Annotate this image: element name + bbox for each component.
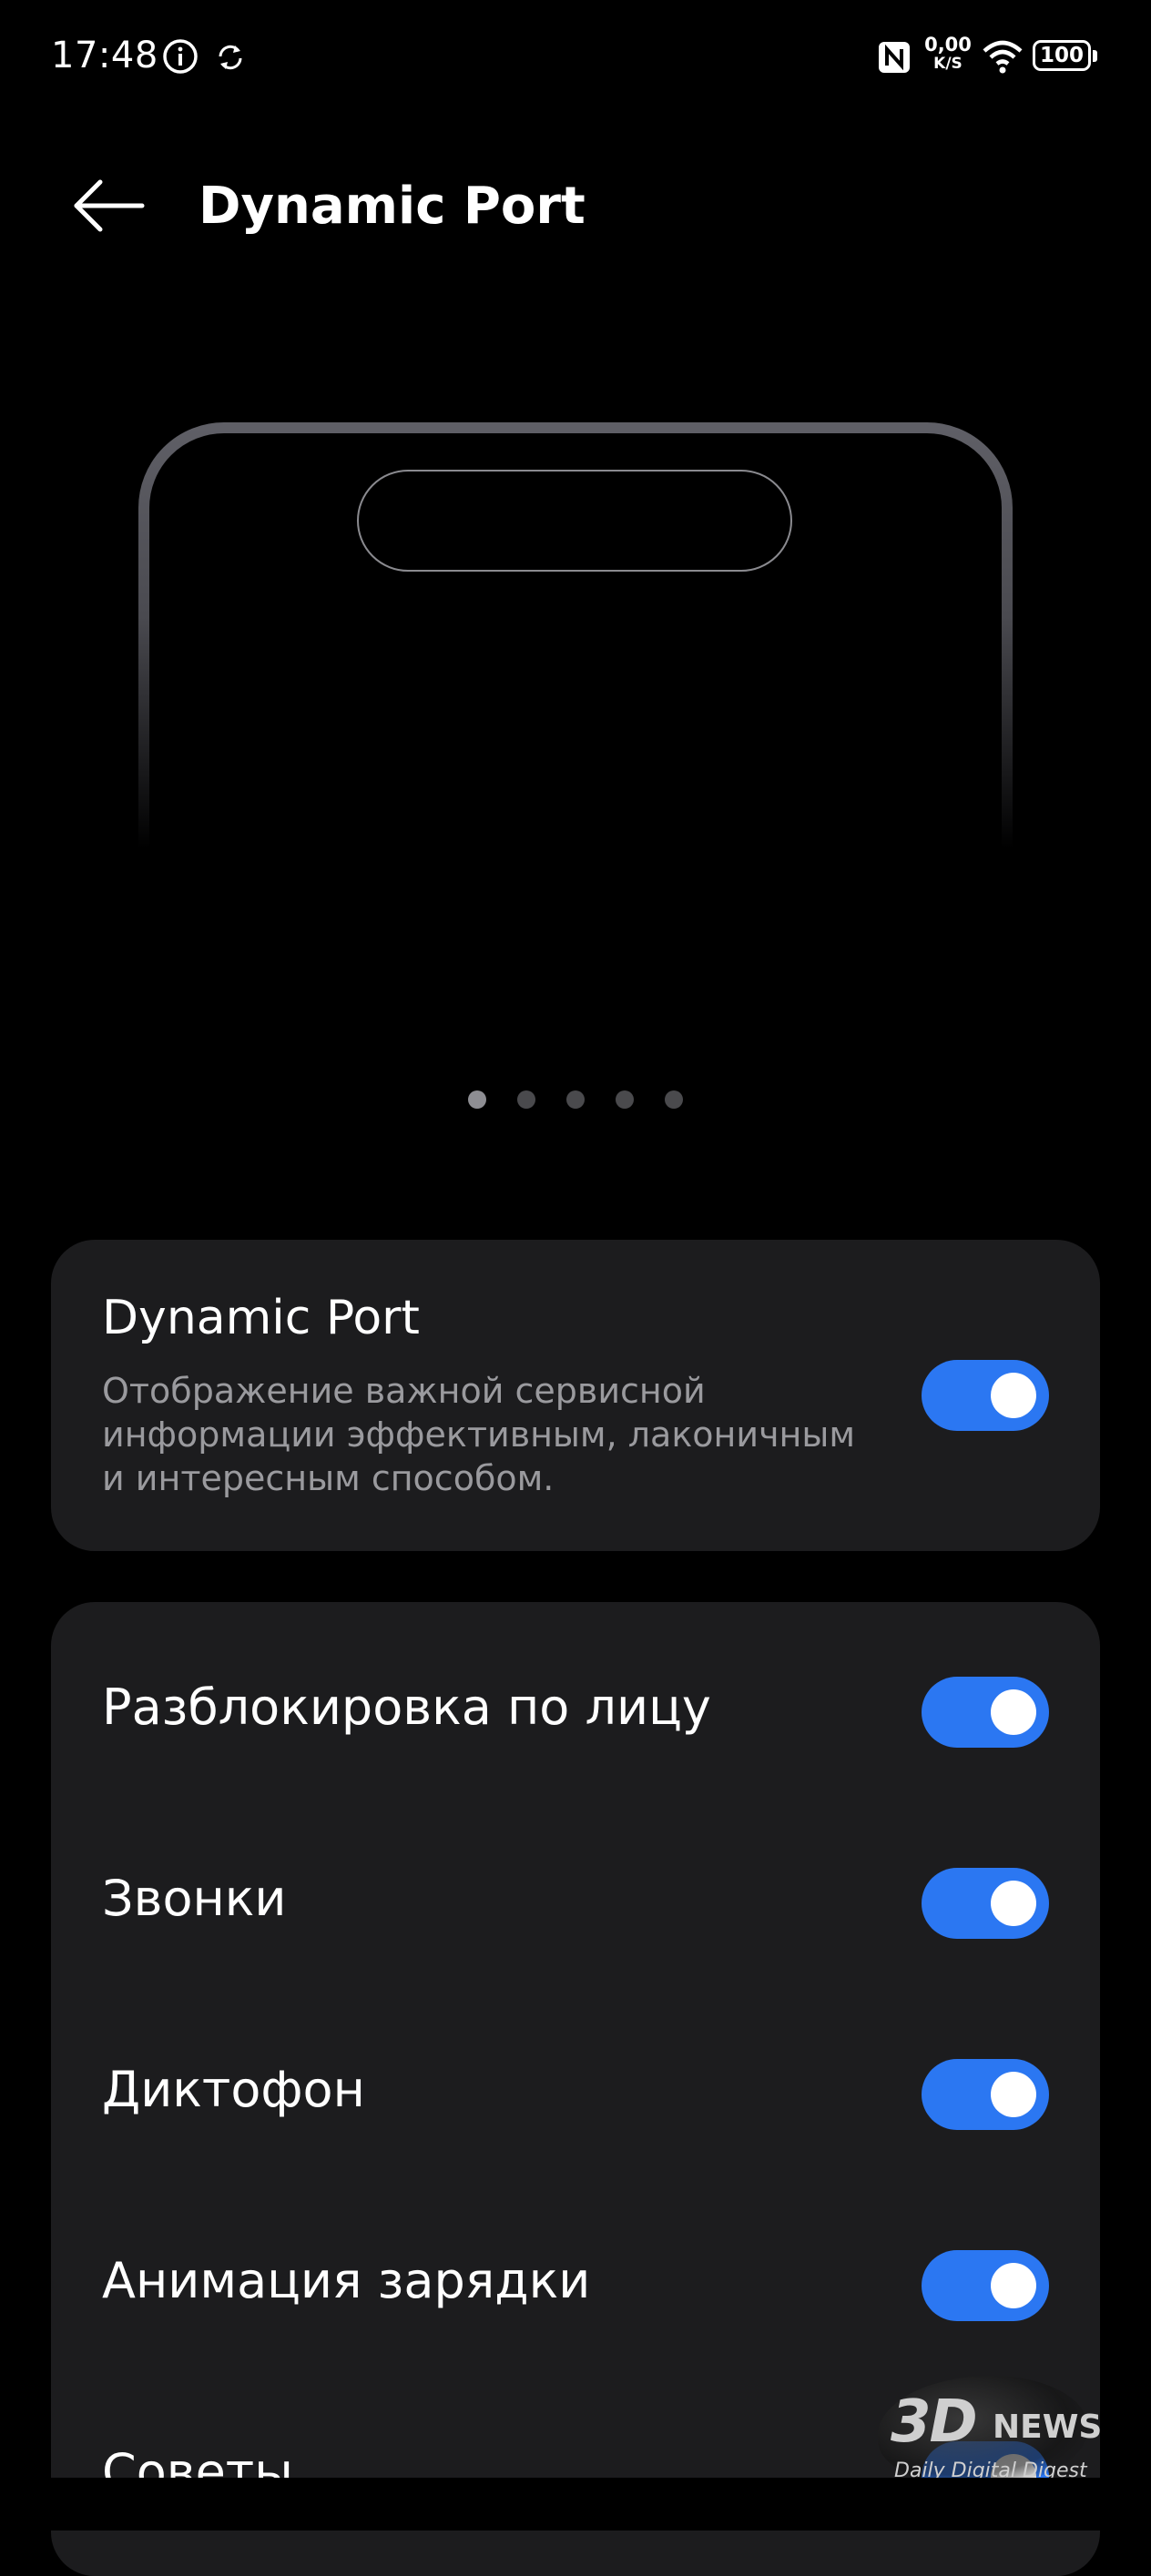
setting-toggle[interactable] xyxy=(922,2250,1049,2321)
arrow-left-icon[interactable] xyxy=(66,173,153,238)
setting-row[interactable]: Анимация зарядки xyxy=(51,2190,1100,2381)
setting-toggle[interactable] xyxy=(922,1868,1049,1939)
wifi-icon xyxy=(983,40,1023,74)
watermark-news: NEWS xyxy=(993,2409,1103,2446)
setting-label: Разблокировка по лицу xyxy=(102,1678,711,1736)
dynamic-port-pill xyxy=(357,470,792,572)
battery-tip xyxy=(1093,50,1097,62)
page-title: Dynamic Port xyxy=(199,177,586,236)
toggle-knob xyxy=(991,1881,1036,1926)
setting-label: Звонки xyxy=(102,1870,287,1927)
pager-dot[interactable] xyxy=(468,1090,486,1109)
info-icon xyxy=(163,39,198,74)
3dnews-watermark: 3D NEWS Daily Digital Digest xyxy=(874,2358,1129,2494)
dynamic-port-title: Dynamic Port xyxy=(102,1291,420,1345)
battery-level: 100 xyxy=(1039,44,1084,67)
network-speed-value: 0,00 xyxy=(924,34,972,56)
pager-dot[interactable] xyxy=(665,1090,683,1109)
watermark-logo: 3D xyxy=(891,2388,978,2456)
phone-illustration xyxy=(137,421,1014,848)
status-time: 17:48 xyxy=(51,35,158,76)
bottom-edge xyxy=(0,2478,1151,2530)
toggle-knob xyxy=(991,2072,1036,2117)
nfc-icon xyxy=(879,42,910,73)
battery-icon: 100 xyxy=(1033,40,1098,73)
dynamic-port-toggle[interactable] xyxy=(922,1360,1049,1431)
network-speed: 0,00 K/S xyxy=(923,35,973,73)
toggle-knob xyxy=(991,2263,1036,2308)
pager-dot[interactable] xyxy=(566,1090,585,1109)
sync-icon xyxy=(219,45,242,70)
pager-dot[interactable] xyxy=(616,1090,634,1109)
setting-label: Диктофон xyxy=(102,2061,365,2118)
header: Dynamic Port xyxy=(0,155,1151,255)
setting-row[interactable]: Звонки xyxy=(51,1808,1100,1999)
page-indicator xyxy=(0,1090,1151,1112)
setting-toggle[interactable] xyxy=(922,2059,1049,2130)
setting-row[interactable]: Диктофон xyxy=(51,1999,1100,2190)
toggle-knob xyxy=(991,1373,1036,1418)
setting-label: Анимация зарядки xyxy=(102,2252,591,2309)
dynamic-port-description: Отображение важной сервисной информации … xyxy=(102,1371,856,1498)
status-bar: 17:48 0,00 K/S 100 xyxy=(0,0,1151,113)
pager-dot[interactable] xyxy=(517,1090,535,1109)
network-speed-unit: K/S xyxy=(933,55,963,73)
setting-toggle[interactable] xyxy=(922,1677,1049,1748)
toggle-knob xyxy=(991,1689,1036,1735)
dynamic-port-card: Dynamic Port Отображение важной сервисно… xyxy=(51,1240,1100,1551)
setting-row[interactable]: Разблокировка по лицу xyxy=(51,1617,1100,1808)
